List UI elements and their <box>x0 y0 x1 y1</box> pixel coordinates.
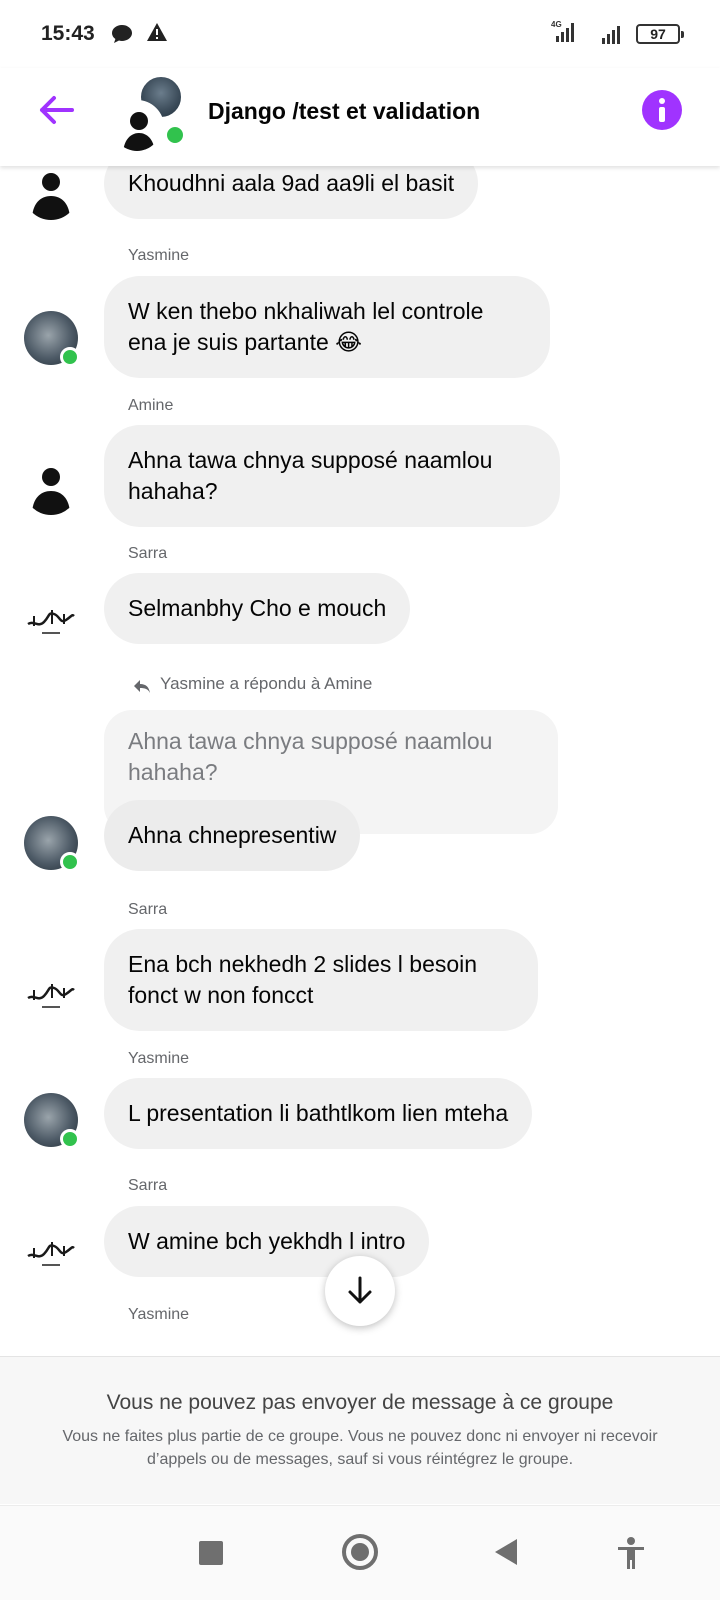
reply-note: Yasmine a répondu à Amine <box>160 674 373 693</box>
sender-name: Sarra <box>128 901 168 918</box>
warning-icon <box>147 23 167 41</box>
message-bubble[interactable]: Ahna tawa chnya supposé naamlou hahaha? <box>104 425 560 527</box>
home-nav-icon[interactable] <box>342 1534 378 1570</box>
message-bubble[interactable]: Ahna chnepresentiw <box>104 800 361 871</box>
online-indicator <box>60 1129 80 1149</box>
notice-title: Vous ne pouvez pas envoyer de message à … <box>106 1391 614 1414</box>
accessibility-icon[interactable] <box>616 1536 646 1570</box>
avatar[interactable] <box>24 1224 78 1278</box>
info-icon[interactable] <box>642 90 682 130</box>
message-bubble[interactable]: W ken thebo nkhaliwah lel controle ena j… <box>104 276 550 378</box>
message-bubble[interactable]: Ena bch nekhedh 2 slides l besoin fonct … <box>104 929 538 1031</box>
battery-icon: 97 <box>636 24 684 44</box>
message-bubble[interactable]: Khoudhni aala 9ad aa9li el basit <box>104 166 479 219</box>
system-nav-bar <box>0 1505 720 1600</box>
message-thread[interactable]: Khoudhni aala 9ad aa9li el basit Yasmine… <box>0 166 720 1356</box>
notice-body: Vous ne faites plus partie de ce groupe.… <box>62 1428 658 1468</box>
message-bubble[interactable]: Selmanbhy Cho e mouch <box>104 573 411 644</box>
chat-title[interactable]: Django /test et validation <box>208 98 480 125</box>
sender-name: Amine <box>128 397 174 414</box>
avatar[interactable] <box>24 592 78 646</box>
online-indicator <box>60 852 80 872</box>
online-indicator <box>164 124 186 146</box>
group-avatar-front[interactable] <box>110 100 164 154</box>
chat-header: Django /test et validation <box>0 68 720 166</box>
signal-icon-2 <box>602 26 620 44</box>
sender-name: Yasmine <box>128 247 190 264</box>
status-time: 15:43 <box>41 22 95 45</box>
sender-name: Yasmine <box>128 1050 190 1067</box>
back-arrow-icon[interactable] <box>36 90 76 130</box>
reply-icon <box>134 680 150 693</box>
status-bar: 15:43 4G 97 <box>0 0 720 68</box>
online-indicator <box>60 347 80 367</box>
avatar[interactable] <box>24 966 78 1020</box>
sender-name: Sarra <box>128 1177 168 1194</box>
sender-name: Yasmine <box>128 1306 190 1323</box>
back-nav-icon[interactable] <box>495 1539 517 1565</box>
avatar[interactable] <box>24 461 78 515</box>
message-bubble[interactable]: L presentation li bathtlkom lien mteha <box>104 1078 533 1149</box>
arrow-down-icon <box>348 1276 372 1304</box>
stop-nav-icon[interactable] <box>199 1541 223 1565</box>
message-notification-icon <box>112 25 132 43</box>
scroll-down-button[interactable] <box>325 1256 395 1326</box>
sender-name: Sarra <box>128 545 168 562</box>
avatar[interactable] <box>24 166 78 220</box>
group-notice: Vous ne pouvez pas envoyer de message à … <box>0 1356 720 1504</box>
signal-icon <box>556 23 574 42</box>
